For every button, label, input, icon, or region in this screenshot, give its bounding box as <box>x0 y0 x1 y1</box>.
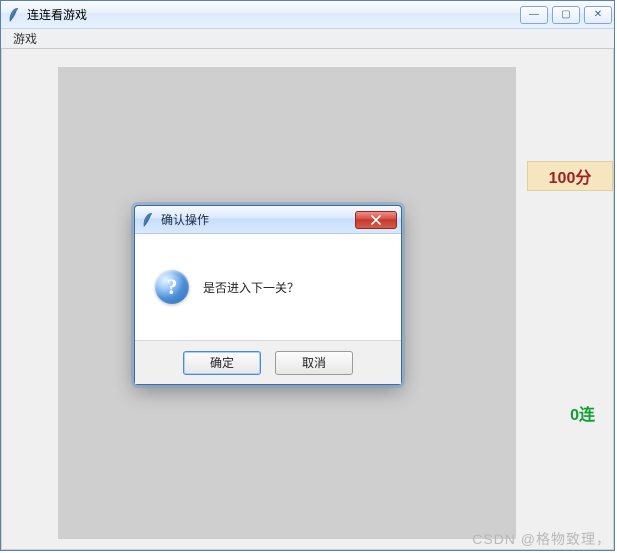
dialog-footer: 确定 取消 <box>135 340 401 384</box>
cancel-button[interactable]: 取消 <box>275 351 353 375</box>
menu-game[interactable]: 游戏 <box>5 28 45 49</box>
ok-button[interactable]: 确定 <box>183 351 261 375</box>
score-label: 100分 <box>527 161 613 191</box>
watermark: CSDN @格物致理， <box>472 529 611 549</box>
confirm-dialog: 确认操作 ? 是否进入下一关？ 确定 取消 <box>134 205 402 385</box>
feather-icon <box>141 212 155 228</box>
close-icon <box>371 215 381 225</box>
dialog-title: 确认操作 <box>161 211 355 228</box>
main-window-title: 连连看游戏 <box>27 6 520 23</box>
dialog-titlebar[interactable]: 确认操作 <box>135 206 401 234</box>
maximize-button[interactable]: ▢ <box>552 6 580 24</box>
main-titlebar[interactable]: 连连看游戏 — ▢ ✕ <box>1 1 614 29</box>
client-area: 100分 0连 确认操作 ? 是否进入下一关？ 确定 <box>1 49 614 550</box>
question-icon: ? <box>155 270 189 304</box>
combo-label: 0连 <box>570 401 595 425</box>
main-window: 连连看游戏 — ▢ ✕ 游戏 100分 0连 确认操作 <box>0 0 615 551</box>
menubar: 游戏 <box>1 29 614 49</box>
dialog-message: 是否进入下一关？ <box>203 279 299 296</box>
feather-icon <box>7 7 21 23</box>
dialog-close-button[interactable] <box>355 211 397 229</box>
minimize-button[interactable]: — <box>520 6 548 24</box>
dialog-body: ? 是否进入下一关？ <box>135 234 401 340</box>
window-controls: — ▢ ✕ <box>520 6 612 24</box>
close-button[interactable]: ✕ <box>584 6 612 24</box>
